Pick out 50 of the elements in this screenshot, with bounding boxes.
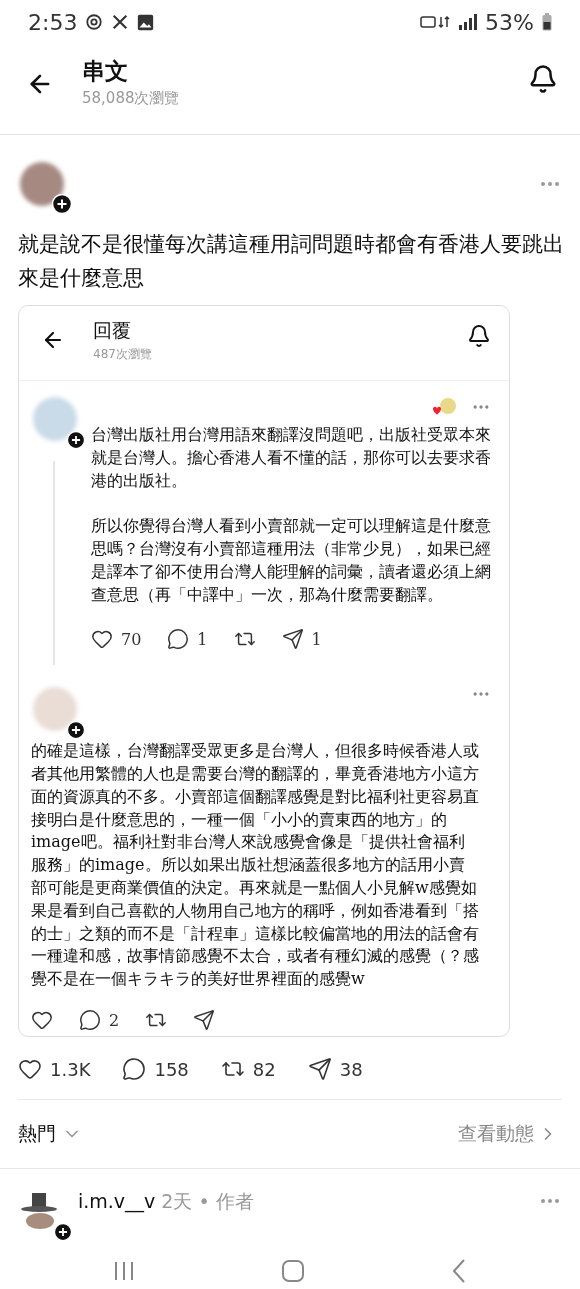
notification-button[interactable] — [528, 64, 558, 94]
x-icon — [111, 13, 130, 31]
post-text: 就是說不是很懂每次講這種用詞問題時都會有香港人要跳出來是什麼意思 — [18, 231, 565, 292]
heart-icon[interactable] — [31, 1009, 53, 1031]
count-text: 2 — [109, 1010, 120, 1030]
reply-text: 的確是這樣，台灣翻譯受眾更多是台灣人，但很多時候香港人或者其他用繁體的人也是需要台灣的翻譯的，畢竟香港地方小這方面的資源真的不多。小賣部這個翻譯感覺是對比福利社更容易直接明白是什麼意思的，一種一個「小小的賣東西的地方」的image吧。福利社對非台灣人來說感覺會像是「提供社會福利服務」的image。所以如果出版社想涵蓋很多地方的話用小賣部可能是更商業價值的決定。再來就是一點個人小見解w感覺如果是看到自己喜歡的人物用自己地方的稱呼，例如香港看到「搭的士」之類的而不是「計程車」這樣比較偏當地的用法的話會有一種違和感，故事情節感覺不太合，或者有種幻滅的感覺（？感覺不是在一個キラキラ的美好世界裡面的感覺w — [31, 740, 479, 991]
recent-apps-icon[interactable] — [113, 1260, 135, 1282]
view-activity-link[interactable]: 查看動態 — [458, 1121, 558, 1147]
comment-icon[interactable] — [79, 1009, 101, 1031]
signal-icon — [419, 13, 478, 31]
image-icon — [137, 13, 155, 31]
count-text: 1 — [197, 629, 208, 649]
count-text: 1.3K — [50, 1058, 91, 1080]
comment-time: 2天 — [161, 1189, 193, 1214]
author-label: 作者 — [215, 1189, 254, 1214]
heart-icon[interactable] — [91, 628, 113, 650]
reply-text: 所以你覺得台灣人看到小賣部就一定可以理解這是什麼意思嗎？台灣沒有小賣部這種用法（非常少見），如果已經是譯本了卻不使用台灣人能理解的詞彙，讀者還必須上網查意思（再「中譯中」一次，那為什麼需要翻譯。 — [91, 515, 491, 606]
home-icon[interactable] — [281, 1259, 305, 1283]
follow-plus-icon[interactable] — [67, 721, 85, 739]
follow-plus-icon[interactable] — [54, 1223, 72, 1241]
battery-icon — [542, 13, 552, 31]
back-icon[interactable] — [451, 1258, 467, 1284]
sort-dropdown[interactable]: 熱門 — [18, 1121, 82, 1147]
count-text: 158 — [154, 1058, 189, 1080]
comment-icon[interactable] — [122, 1057, 147, 1081]
count-text: 38 — [339, 1058, 363, 1080]
comment-icon[interactable] — [167, 628, 190, 650]
notification-button[interactable] — [467, 324, 491, 348]
send-icon[interactable] — [307, 1057, 332, 1081]
count-text: 82 — [252, 1058, 276, 1080]
threads-icon — [85, 13, 104, 31]
heart-icon[interactable] — [18, 1057, 42, 1081]
username[interactable]: i.m.v__v — [78, 1190, 156, 1212]
follow-plus-icon[interactable] — [52, 194, 72, 214]
avatar[interactable] — [20, 162, 64, 206]
view-count: 487次瀏覽 — [93, 346, 152, 363]
avatar[interactable] — [33, 687, 77, 731]
reply-text: 台灣出版社用台灣用語來翻譯沒問題吧，出版社受眾本來就是台灣人。擔心香港人看不懂的話，那你可以去要求香港的出版社。 — [91, 424, 491, 492]
follow-plus-icon[interactable] — [67, 431, 85, 449]
page-title: 串文 — [82, 57, 129, 86]
view-count: 58,088次瀏覽 — [82, 89, 180, 108]
count-text: 1 — [311, 629, 322, 649]
count-text: 70 — [121, 629, 142, 649]
send-icon[interactable] — [281, 628, 304, 650]
battery-percent: 53% — [485, 9, 534, 35]
page-title: 回覆 — [93, 318, 132, 343]
separator-dot: • — [198, 1190, 210, 1212]
avatar[interactable] — [33, 397, 77, 441]
send-icon[interactable] — [193, 1009, 216, 1031]
status-time: 2:53 — [28, 9, 78, 35]
